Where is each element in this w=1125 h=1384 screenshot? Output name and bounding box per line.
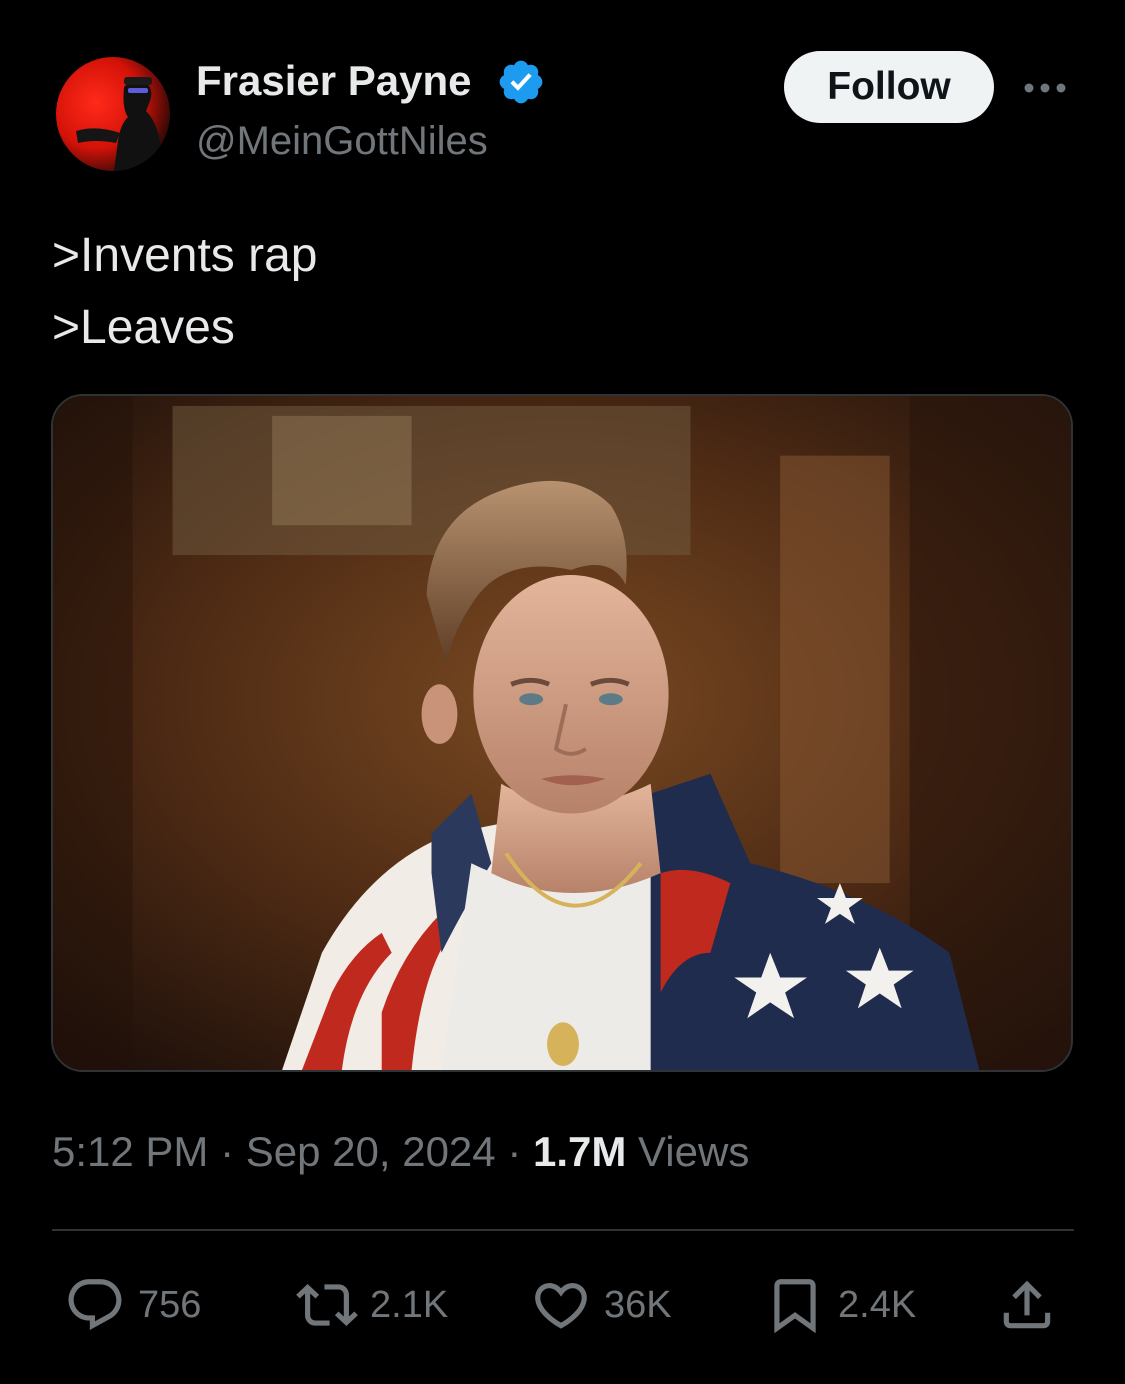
meta-separator: ·	[220, 1128, 235, 1175]
repost-count: 2.1K	[370, 1283, 449, 1326]
bookmark-button[interactable]: 2.4K	[764, 1270, 916, 1340]
bookmark-count: 2.4K	[838, 1283, 917, 1326]
verified-badge-icon[interactable]	[496, 57, 546, 107]
meta-separator: ·	[507, 1128, 522, 1175]
tweet-text: >Invents rap >Leaves	[52, 220, 318, 364]
like-count: 36K	[604, 1283, 672, 1326]
tweet-line: >Leaves	[52, 301, 235, 354]
user-handle[interactable]: @MeinGottNiles	[196, 116, 488, 166]
tweet-time[interactable]: 5:12 PM	[52, 1128, 208, 1175]
bookmark-icon	[774, 1279, 816, 1334]
tweet-date[interactable]: Sep 20, 2024	[246, 1128, 496, 1175]
photo-image	[53, 396, 1071, 1070]
views-count: 1.7M	[533, 1128, 627, 1175]
tweet-meta: 5:12 PM · Sep 20, 2024 · 1.7M Views	[52, 1124, 749, 1180]
share-button[interactable]	[996, 1270, 1058, 1340]
repost-icon	[296, 1284, 358, 1326]
tweet-photo[interactable]	[51, 394, 1073, 1072]
heart-icon	[535, 1283, 587, 1329]
follow-button[interactable]: Follow	[784, 51, 994, 123]
tweet-line: >Invents rap	[52, 229, 318, 282]
action-bar: 756 2.1K 36K 2.4K	[0, 1270, 1125, 1340]
repost-button[interactable]: 2.1K	[296, 1270, 448, 1340]
reply-button[interactable]: 756	[64, 1270, 201, 1340]
avatar-image	[76, 77, 164, 171]
reply-count: 756	[138, 1283, 202, 1326]
like-button[interactable]: 36K	[530, 1270, 672, 1340]
more-horizontal-icon[interactable]	[1020, 72, 1070, 104]
display-name[interactable]: Frasier Payne	[196, 56, 472, 106]
avatar[interactable]	[56, 57, 170, 171]
share-icon	[1003, 1280, 1051, 1329]
divider	[52, 1229, 1074, 1231]
views-label: Views	[638, 1128, 750, 1175]
reply-icon	[68, 1279, 122, 1331]
